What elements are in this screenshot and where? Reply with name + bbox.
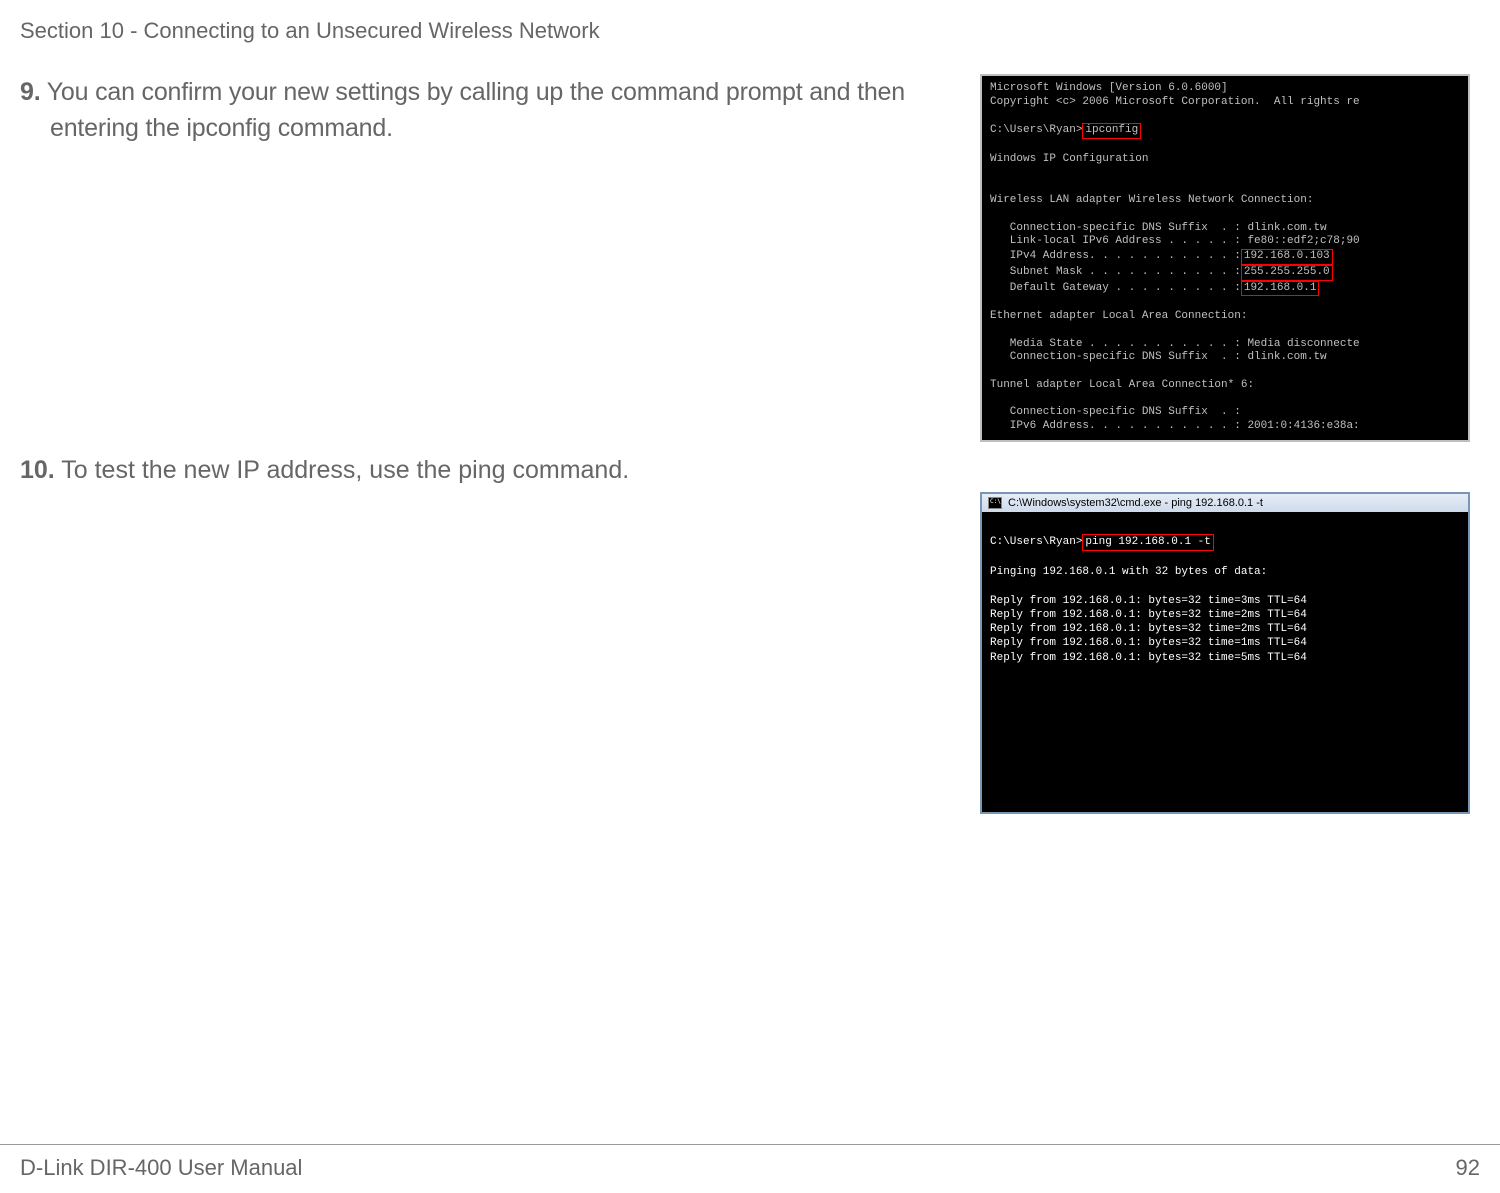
cmd2-reply-2: Reply from 192.168.0.1: bytes=32 time=2m…: [990, 609, 1307, 621]
cmd-ping-titlebar: C:\Windows\system32\cmd.exe - ping 192.1…: [982, 494, 1468, 512]
cmd1-tunnel-ipv6: IPv6 Address. . . . . . . . . . . : 2001…: [990, 420, 1360, 432]
cmd1-tunnel-dns: Connection-specific DNS Suffix . :: [990, 406, 1241, 418]
cmd1-eth-dns: Connection-specific DNS Suffix . : dlink…: [990, 351, 1327, 363]
step-10: 10. To test the new IP address, use the …: [20, 452, 980, 488]
cmd1-section-title: Windows IP Configuration: [990, 153, 1148, 165]
cmd2-reply-3: Reply from 192.168.0.1: bytes=32 time=2m…: [990, 623, 1307, 635]
cmd1-command-highlight: ipconfig: [1082, 123, 1141, 139]
cmd1-wlan-subnet-value: 255.255.255.0: [1241, 265, 1333, 281]
cmd-ipconfig-body: Microsoft Windows [Version 6.0.6000] Cop…: [982, 76, 1468, 440]
cmd-window-ping: C:\Windows\system32\cmd.exe - ping 192.1…: [980, 492, 1470, 814]
cmd1-wlan-ipv4-value: 192.168.0.103: [1241, 249, 1333, 265]
cmd1-tunnel-title: Tunnel adapter Local Area Connection* 6:: [990, 379, 1254, 391]
cmd-window-ipconfig: Microsoft Windows [Version 6.0.6000] Cop…: [980, 74, 1470, 442]
cmd1-prompt: C:\Users\Ryan>: [990, 124, 1082, 136]
cmd2-command-highlight: ping 192.168.0.1 -t: [1082, 534, 1213, 550]
footer-manual-name: D-Link DIR-400 User Manual: [20, 1155, 302, 1181]
cmd2-reply-1: Reply from 192.168.0.1: bytes=32 time=3m…: [990, 595, 1307, 607]
step-10-text: To test the new IP address, use the ping…: [55, 456, 629, 484]
cmd1-wlan-ipv4-label: IPv4 Address. . . . . . . . . . . :: [990, 250, 1241, 262]
cmd1-eth-title: Ethernet adapter Local Area Connection:: [990, 310, 1247, 322]
cmd1-line1: Microsoft Windows [Version 6.0.6000]: [990, 82, 1228, 94]
cmd1-wlan-subnet-label: Subnet Mask . . . . . . . . . . . :: [990, 266, 1241, 278]
cmd1-eth-media: Media State . . . . . . . . . . . : Medi…: [990, 338, 1360, 350]
cmd1-wlan-dns: Connection-specific DNS Suffix . : dlink…: [990, 222, 1327, 234]
content-area: 9. You can confirm your new settings by …: [0, 44, 1500, 814]
image-column: Microsoft Windows [Version 6.0.6000] Cop…: [980, 74, 1490, 814]
cmd1-line2: Copyright <c> 2006 Microsoft Corporation…: [990, 96, 1360, 108]
step-10-number: 10.: [20, 456, 55, 484]
cmd1-wlan-gateway-label: Default Gateway . . . . . . . . . :: [990, 282, 1241, 294]
section-header: Section 10 - Connecting to an Unsecured …: [0, 0, 1500, 44]
cmd1-wlan-ipv6: Link-local IPv6 Address . . . . . : fe80…: [990, 235, 1360, 247]
cmd2-reply-4: Reply from 192.168.0.1: bytes=32 time=1m…: [990, 637, 1307, 649]
cmd2-prompt: C:\Users\Ryan>: [990, 536, 1082, 548]
step-9: 9. You can confirm your new settings by …: [20, 74, 980, 147]
cmd-ping-title: C:\Windows\system32\cmd.exe - ping 192.1…: [1008, 496, 1263, 510]
text-column: 9. You can confirm your new settings by …: [20, 74, 980, 814]
cmd2-reply-5: Reply from 192.168.0.1: bytes=32 time=5m…: [990, 652, 1307, 664]
page-footer: D-Link DIR-400 User Manual 92: [0, 1144, 1500, 1181]
cmd1-wlan-title: Wireless LAN adapter Wireless Network Co…: [990, 194, 1313, 206]
cmd-icon: [988, 497, 1002, 509]
step-9-number: 9.: [20, 78, 40, 106]
cmd1-wlan-gateway-value: 192.168.0.1: [1241, 281, 1320, 297]
cmd2-pinging: Pinging 192.168.0.1 with 32 bytes of dat…: [990, 566, 1267, 578]
step-9-text: You can confirm your new settings by cal…: [40, 78, 904, 142]
cmd-ping-body: C:\Users\Ryan>ping 192.168.0.1 -t Pingin…: [982, 512, 1468, 812]
footer-page-number: 92: [1456, 1155, 1480, 1181]
